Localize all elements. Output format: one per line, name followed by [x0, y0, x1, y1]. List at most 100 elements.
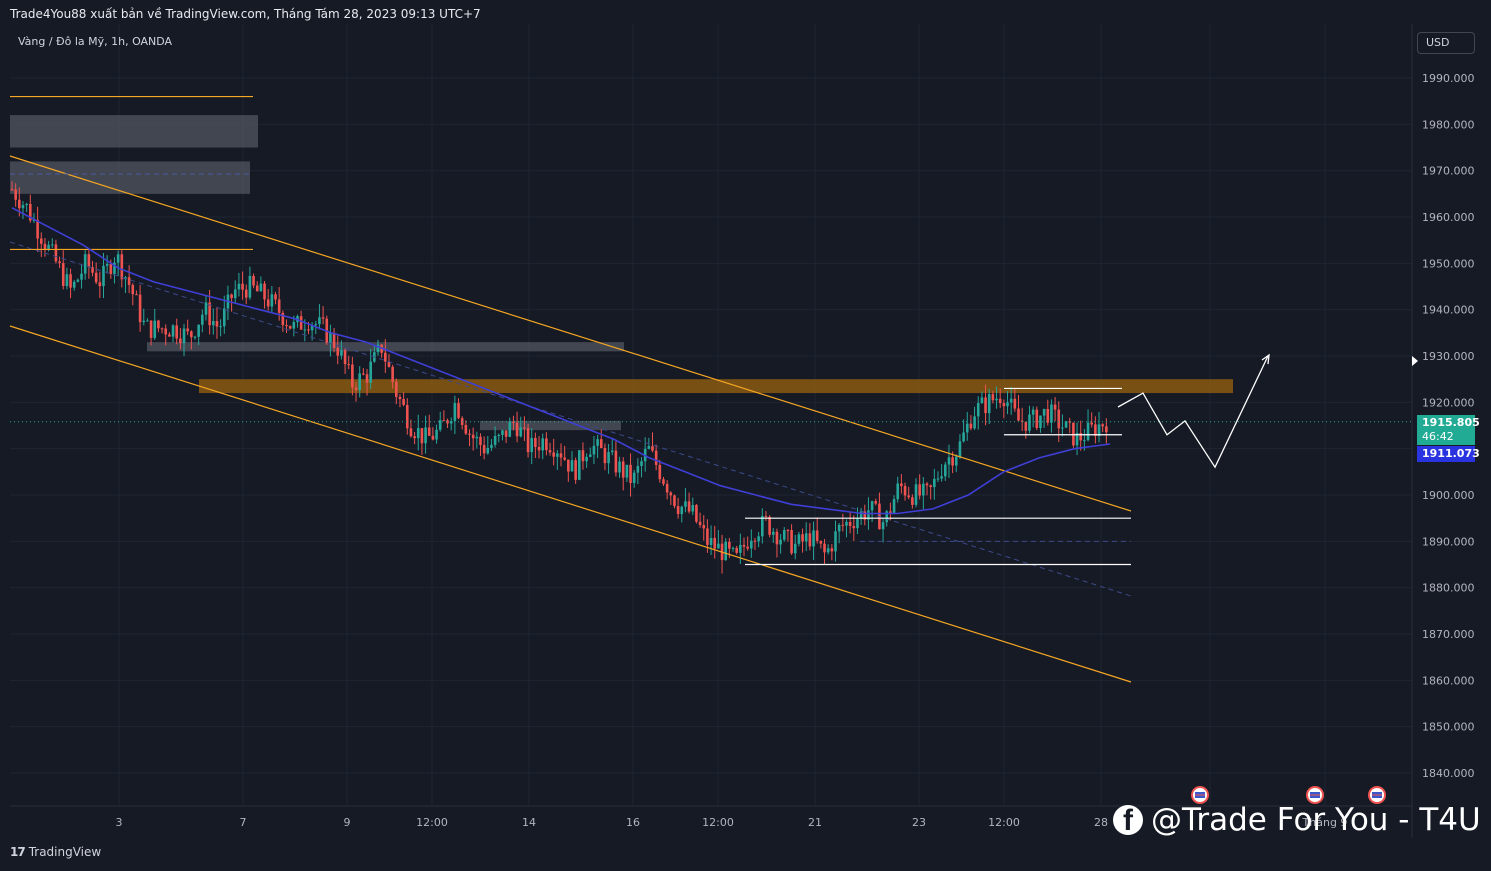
candle-body	[881, 522, 885, 530]
candle-body	[991, 394, 995, 401]
candle	[402, 392, 405, 407]
candle-body	[658, 464, 662, 480]
candle-body	[907, 495, 910, 498]
candle-body	[120, 254, 124, 280]
price-tick-label: 1960.000	[1422, 211, 1475, 224]
time-tick-label: 3	[116, 816, 123, 829]
candle-body	[761, 515, 764, 537]
candle	[874, 498, 878, 506]
candle-body	[629, 464, 632, 483]
candle	[36, 206, 39, 253]
last-price-tag: 1915.805 46:42	[1417, 415, 1480, 445]
candle-body	[116, 254, 120, 263]
candle-body	[486, 447, 490, 454]
candle-body	[1042, 408, 1046, 416]
candle	[175, 318, 178, 345]
candle-body	[438, 420, 442, 430]
candle	[878, 492, 881, 530]
candle	[427, 414, 431, 437]
candle-body	[976, 402, 980, 417]
candle	[321, 306, 325, 325]
candle-body	[914, 484, 918, 505]
candle-body	[263, 283, 266, 300]
candle	[285, 319, 288, 333]
candle-body	[870, 501, 874, 511]
candle-body	[25, 203, 28, 206]
candle	[395, 378, 398, 405]
candle	[552, 438, 555, 466]
candle	[764, 511, 768, 521]
price-tick-label: 1880.000	[1422, 582, 1475, 595]
candle-body	[969, 423, 973, 429]
candle-body	[471, 434, 475, 439]
candle	[1006, 391, 1009, 415]
candle	[669, 491, 673, 505]
candle-body	[592, 445, 596, 455]
currency-button[interactable]: USD	[1417, 32, 1475, 54]
candle-body	[856, 518, 859, 529]
candle	[80, 264, 83, 289]
candlesticks	[10, 181, 1108, 574]
candle	[442, 410, 446, 422]
candle	[486, 435, 490, 455]
candle-body	[259, 283, 263, 292]
candle-body	[625, 464, 629, 478]
price-tick-label: 1840.000	[1422, 767, 1475, 780]
candle	[87, 248, 91, 279]
moving-average-tag: 1911.073	[1417, 446, 1480, 462]
candle-body	[980, 397, 984, 403]
candle-body	[691, 504, 695, 512]
candle	[255, 281, 259, 292]
candle-body	[1053, 404, 1057, 410]
candle-body	[944, 464, 947, 477]
candle-body	[695, 504, 698, 522]
price-chart[interactable]: 1990.000 1980.000 1970.000 1960.000 1950.000…	[0, 0, 1491, 871]
candle-body	[574, 460, 577, 480]
candle-body	[14, 189, 17, 200]
candle	[515, 411, 519, 443]
candle	[233, 280, 237, 304]
candle-body	[435, 429, 438, 440]
candle-body	[369, 361, 372, 383]
candle	[750, 529, 753, 558]
time-tick-label: 9	[344, 816, 351, 829]
candle	[896, 476, 900, 503]
candle	[812, 521, 815, 560]
candle	[808, 523, 812, 551]
candle-body	[252, 275, 255, 286]
candle	[735, 546, 738, 555]
candle-body	[10, 189, 14, 191]
candle-body	[545, 438, 548, 451]
candle-body	[332, 332, 336, 348]
candle-body	[266, 299, 270, 307]
candle	[965, 412, 969, 441]
candle-body	[987, 394, 991, 414]
candle	[830, 544, 834, 561]
candle-body	[197, 324, 200, 337]
candle-body	[578, 450, 581, 480]
candle	[72, 279, 76, 291]
candle	[753, 537, 757, 550]
candle-body	[519, 427, 523, 437]
candle	[746, 536, 749, 551]
candle	[193, 335, 197, 340]
candle-body	[742, 544, 746, 547]
candle-body	[1039, 415, 1042, 429]
candle-body	[728, 541, 731, 549]
candle-body	[793, 543, 797, 554]
candle	[534, 432, 537, 459]
candle	[497, 433, 501, 443]
scroll-right-arrow-icon[interactable]	[1412, 356, 1418, 366]
candle-body	[395, 381, 398, 397]
watermark: f @Trade For You - T4U	[1113, 802, 1481, 838]
candle-body	[402, 399, 405, 405]
tradingview-logo[interactable]: 17 TradingView	[10, 845, 101, 859]
candle-body	[662, 479, 665, 484]
candle	[1031, 406, 1035, 428]
candle	[541, 433, 544, 460]
candle-body	[962, 432, 965, 442]
candle-body	[1046, 408, 1050, 423]
resistance-zone	[199, 379, 1233, 394]
candle	[665, 480, 669, 500]
candle	[146, 318, 149, 322]
